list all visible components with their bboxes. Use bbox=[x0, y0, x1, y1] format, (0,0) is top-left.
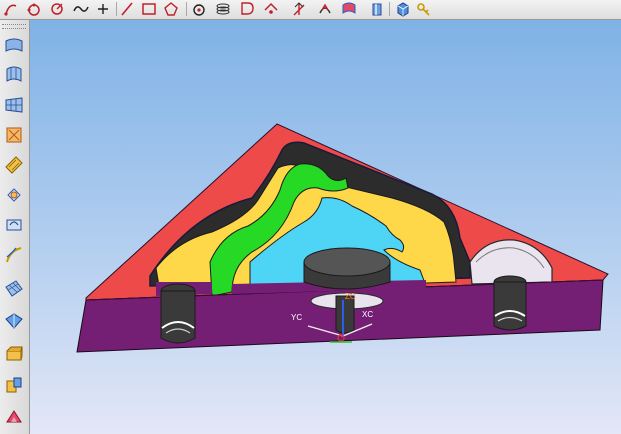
left-bore bbox=[160, 290, 196, 344]
arc-icon[interactable] bbox=[2, 1, 20, 17]
key-icon[interactable] bbox=[414, 1, 432, 17]
transform-icon[interactable] bbox=[1, 404, 27, 430]
snap-point-icon[interactable] bbox=[262, 1, 280, 17]
point-icon[interactable] bbox=[94, 1, 112, 17]
blend-icon[interactable] bbox=[1, 242, 27, 268]
thicken-icon[interactable] bbox=[1, 340, 27, 366]
left-toolbar bbox=[0, 20, 30, 434]
right-bore bbox=[493, 281, 527, 331]
mirror-icon[interactable] bbox=[340, 1, 358, 17]
graphics-viewport[interactable]: XC YC ZC bbox=[30, 20, 621, 434]
extract-icon[interactable] bbox=[1, 372, 27, 398]
top-toolbar bbox=[0, 0, 621, 20]
trim-surface-icon[interactable] bbox=[1, 122, 27, 148]
y-axis-label: YC bbox=[291, 313, 302, 322]
part-model[interactable]: XC YC ZC bbox=[30, 20, 621, 434]
z-axis-label: ZC bbox=[345, 292, 356, 301]
offset-surface-icon[interactable] bbox=[1, 152, 27, 178]
patch-surface-icon[interactable] bbox=[1, 182, 27, 208]
line-icon[interactable] bbox=[118, 1, 136, 17]
rotate-icon[interactable] bbox=[316, 1, 334, 17]
circle-icon[interactable] bbox=[48, 1, 66, 17]
mesh-surface-icon[interactable] bbox=[1, 92, 27, 118]
spline-icon[interactable] bbox=[72, 1, 90, 17]
extrude-icon[interactable] bbox=[190, 1, 208, 17]
surface-sweep-icon[interactable] bbox=[1, 32, 27, 58]
surface-through-curves-icon[interactable] bbox=[1, 62, 27, 88]
grid-surface-icon[interactable] bbox=[1, 276, 27, 302]
surface-icon[interactable] bbox=[368, 1, 386, 17]
quilt-icon[interactable] bbox=[1, 308, 27, 334]
sew-icon[interactable] bbox=[1, 212, 27, 238]
helix-icon[interactable] bbox=[214, 1, 232, 17]
circle-3pt-icon[interactable] bbox=[24, 1, 42, 17]
bounded-plane-icon[interactable] bbox=[238, 1, 256, 17]
rectangle-icon[interactable] bbox=[140, 1, 158, 17]
view-cube-icon[interactable] bbox=[394, 1, 412, 17]
polygon-icon[interactable] bbox=[162, 1, 180, 17]
move-icon[interactable] bbox=[290, 1, 308, 17]
x-axis-label: XC bbox=[362, 310, 373, 319]
